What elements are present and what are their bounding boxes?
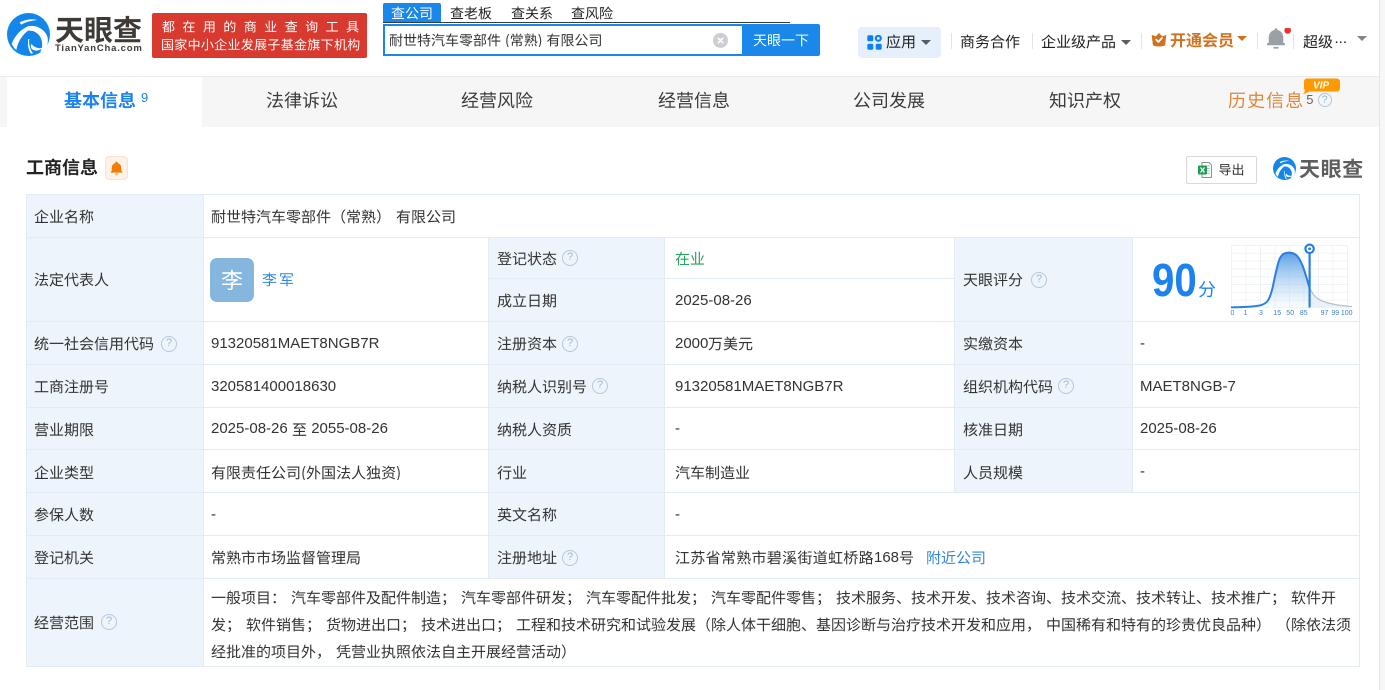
- svg-text:0: 0: [1231, 310, 1235, 315]
- svg-text:3: 3: [1259, 310, 1263, 315]
- svg-text:99: 99: [1331, 310, 1339, 315]
- svg-text:50: 50: [1286, 310, 1294, 315]
- svg-text:100: 100: [1341, 310, 1353, 315]
- svg-text:1: 1: [1244, 310, 1248, 315]
- svg-text:97: 97: [1321, 310, 1329, 315]
- svg-text:15: 15: [1273, 310, 1281, 315]
- svg-text:VIP: VIP: [1313, 80, 1329, 91]
- svg-text:85: 85: [1300, 310, 1308, 315]
